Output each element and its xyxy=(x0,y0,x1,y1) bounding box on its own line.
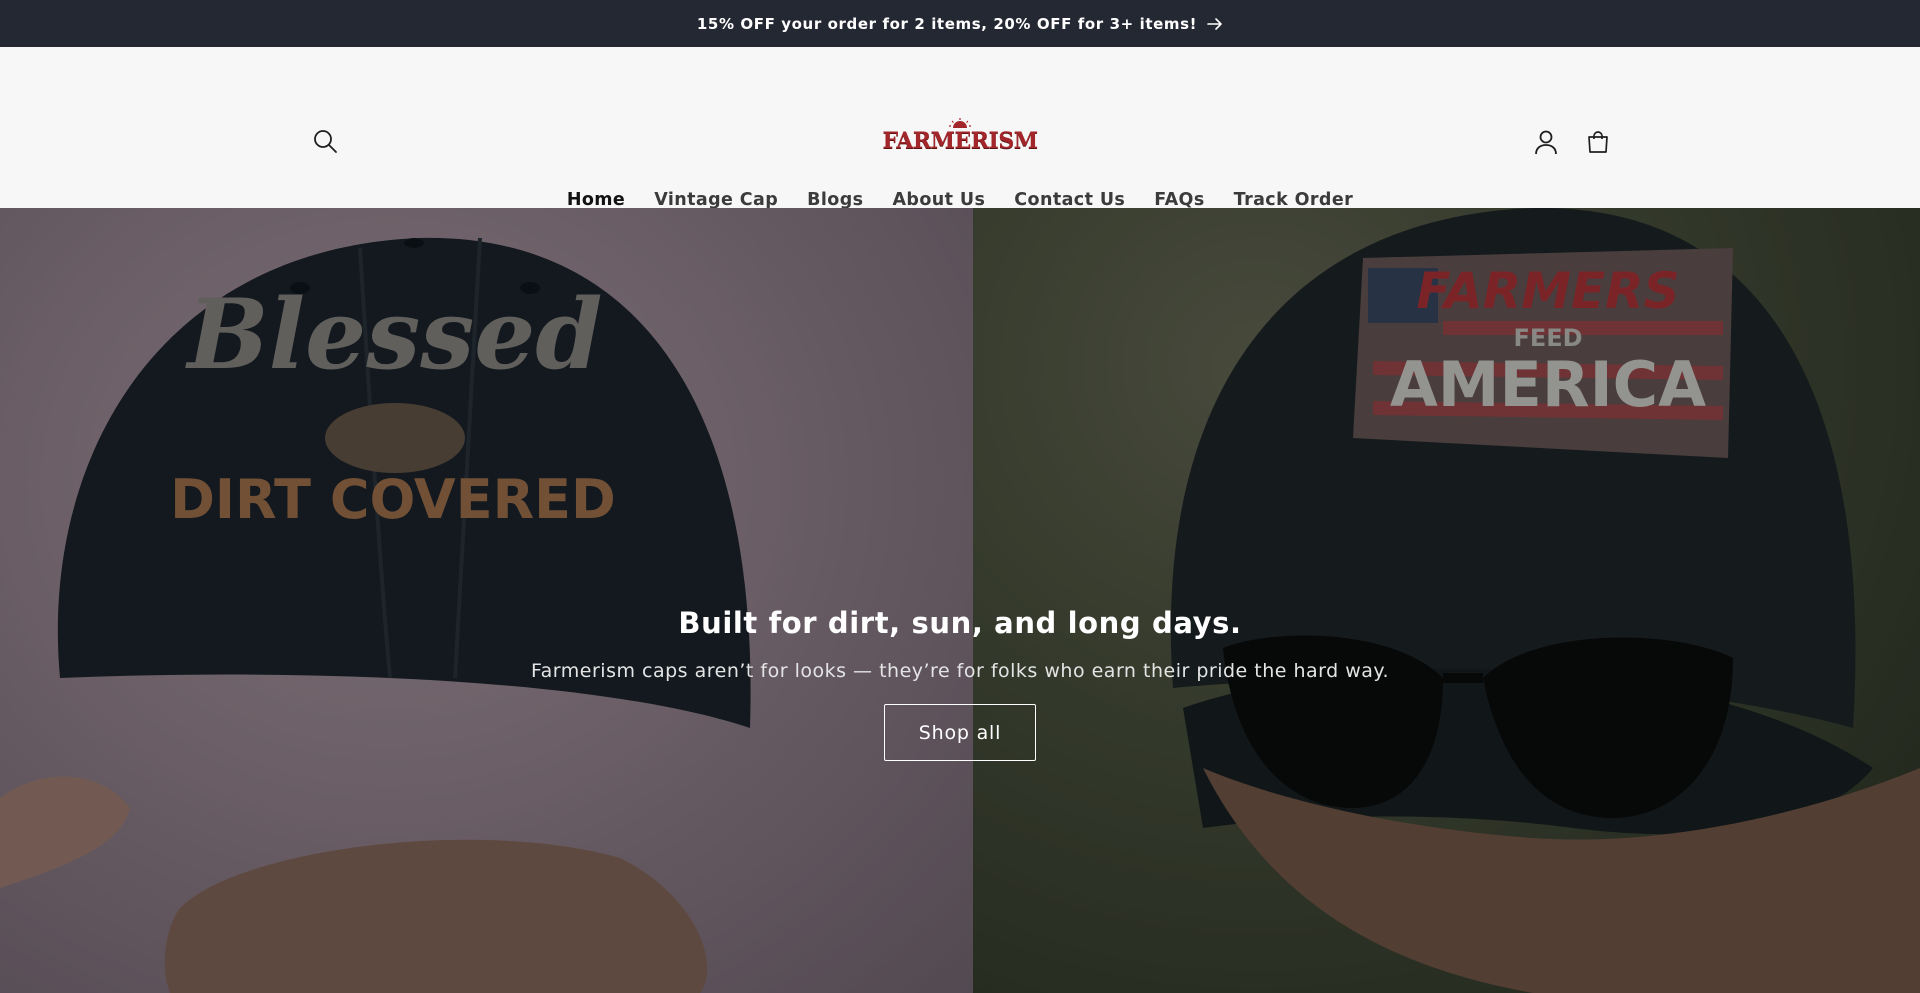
arrow-right-icon xyxy=(1207,17,1223,31)
cart-icon[interactable] xyxy=(1583,127,1613,157)
hero-title: Built for dirt, sun, and long days. xyxy=(678,606,1242,640)
hero-subtitle: Farmerism caps aren’t for looks — they’r… xyxy=(530,660,1389,682)
logo-text: FARMERISM xyxy=(882,128,1038,154)
shop-all-button[interactable]: Shop all xyxy=(884,704,1036,761)
account-icon[interactable] xyxy=(1531,127,1561,157)
announcement-text: 15% OFF your order for 2 items, 20% OFF … xyxy=(696,14,1198,33)
site-logo[interactable]: FARMERISM xyxy=(882,118,1038,161)
site-header: FARMERISM Home Vintage Cap Blogs About U… xyxy=(0,47,1920,210)
announcement-bar[interactable]: 15% OFF your order for 2 items, 20% OFF … xyxy=(0,0,1920,47)
search-icon[interactable] xyxy=(311,127,339,155)
hero-banner: Blessed DIRT COVERED FARMERS FEED AMERIC… xyxy=(0,208,1920,993)
hero-overlay xyxy=(0,208,1920,993)
hero-content: Built for dirt, sun, and long days. Farm… xyxy=(0,606,1920,761)
